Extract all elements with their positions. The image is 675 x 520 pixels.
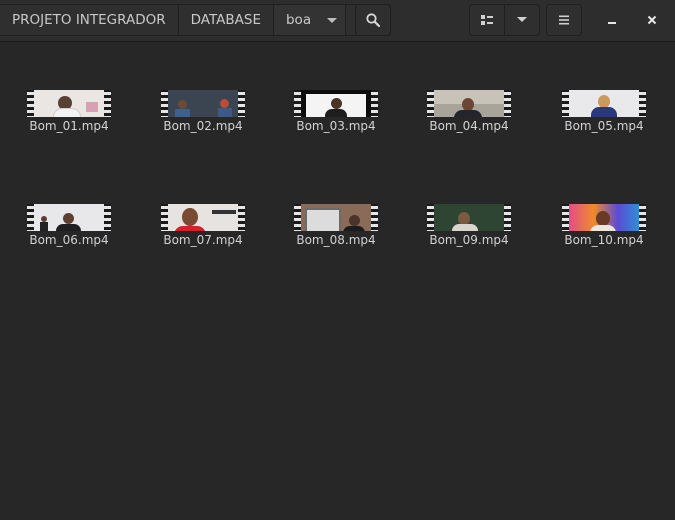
file-name: Bom_04.mp4 [429, 119, 509, 133]
close-icon [647, 15, 657, 25]
video-thumbnail [294, 204, 378, 231]
breadcrumb-label: boa [285, 12, 312, 28]
file-item[interactable]: Bom_08.mp4 [281, 157, 391, 247]
file-name: Bom_10.mp4 [564, 233, 644, 247]
chevron-down-icon [517, 17, 527, 22]
file-name: Bom_06.mp4 [29, 233, 109, 247]
search-button[interactable] [355, 4, 391, 36]
view-toggle-group [469, 4, 540, 36]
breadcrumb-database[interactable]: DATABASE [179, 5, 274, 35]
file-name: Bom_01.mp4 [29, 119, 109, 133]
file-item[interactable]: Bom_03.mp4 [281, 43, 391, 133]
file-item[interactable]: Bom_07.mp4 [148, 157, 258, 247]
video-thumbnail [427, 204, 511, 231]
file-item[interactable]: Bom_02.mp4 [148, 43, 258, 133]
file-item[interactable]: Bom_01.mp4 [14, 43, 124, 133]
file-name: Bom_07.mp4 [163, 233, 243, 247]
minimize-button[interactable] [597, 4, 627, 36]
close-button[interactable] [637, 4, 667, 36]
file-name: Bom_03.mp4 [296, 119, 376, 133]
file-item[interactable]: Bom_10.mp4 [549, 157, 659, 247]
search-icon [366, 13, 381, 28]
file-grid: Bom_01.mp4 Bom_02.mp4 Bom_03.mp4 Bom_04.… [0, 43, 675, 520]
video-thumbnail [161, 90, 245, 117]
video-thumbnail [294, 90, 378, 117]
video-thumbnail [427, 90, 511, 117]
file-item[interactable]: Bom_06.mp4 [14, 157, 124, 247]
file-name: Bom_02.mp4 [163, 119, 243, 133]
breadcrumb-boa[interactable]: boa [273, 5, 347, 35]
file-item[interactable]: Bom_04.mp4 [414, 43, 524, 133]
file-name: Bom_09.mp4 [429, 233, 509, 247]
hamburger-menu-icon [559, 15, 569, 25]
grid-view-button[interactable] [470, 5, 504, 35]
chevron-down-icon[interactable] [327, 17, 338, 23]
view-options-button[interactable] [504, 5, 539, 35]
video-thumbnail [562, 90, 646, 117]
grid-view-icon [481, 15, 493, 25]
file-name: Bom_08.mp4 [296, 233, 376, 247]
file-item[interactable]: Bom_05.mp4 [549, 43, 659, 133]
breadcrumb-label: PROJETO INTEGRADOR [12, 12, 166, 28]
main-menu-button[interactable] [546, 4, 582, 36]
header-bar: PROJETO INTEGRADOR DATABASE boa [0, 0, 675, 42]
video-thumbnail [161, 204, 245, 231]
video-thumbnail [27, 204, 111, 231]
video-thumbnail [27, 90, 111, 117]
minimize-icon [608, 22, 616, 24]
path-bar: PROJETO INTEGRADOR DATABASE boa [0, 4, 365, 36]
breadcrumb-projeto-integrador[interactable]: PROJETO INTEGRADOR [0, 5, 179, 35]
video-thumbnail [562, 204, 646, 231]
file-name: Bom_05.mp4 [564, 119, 644, 133]
breadcrumb-label: DATABASE [190, 12, 261, 28]
file-item[interactable]: Bom_09.mp4 [414, 157, 524, 247]
